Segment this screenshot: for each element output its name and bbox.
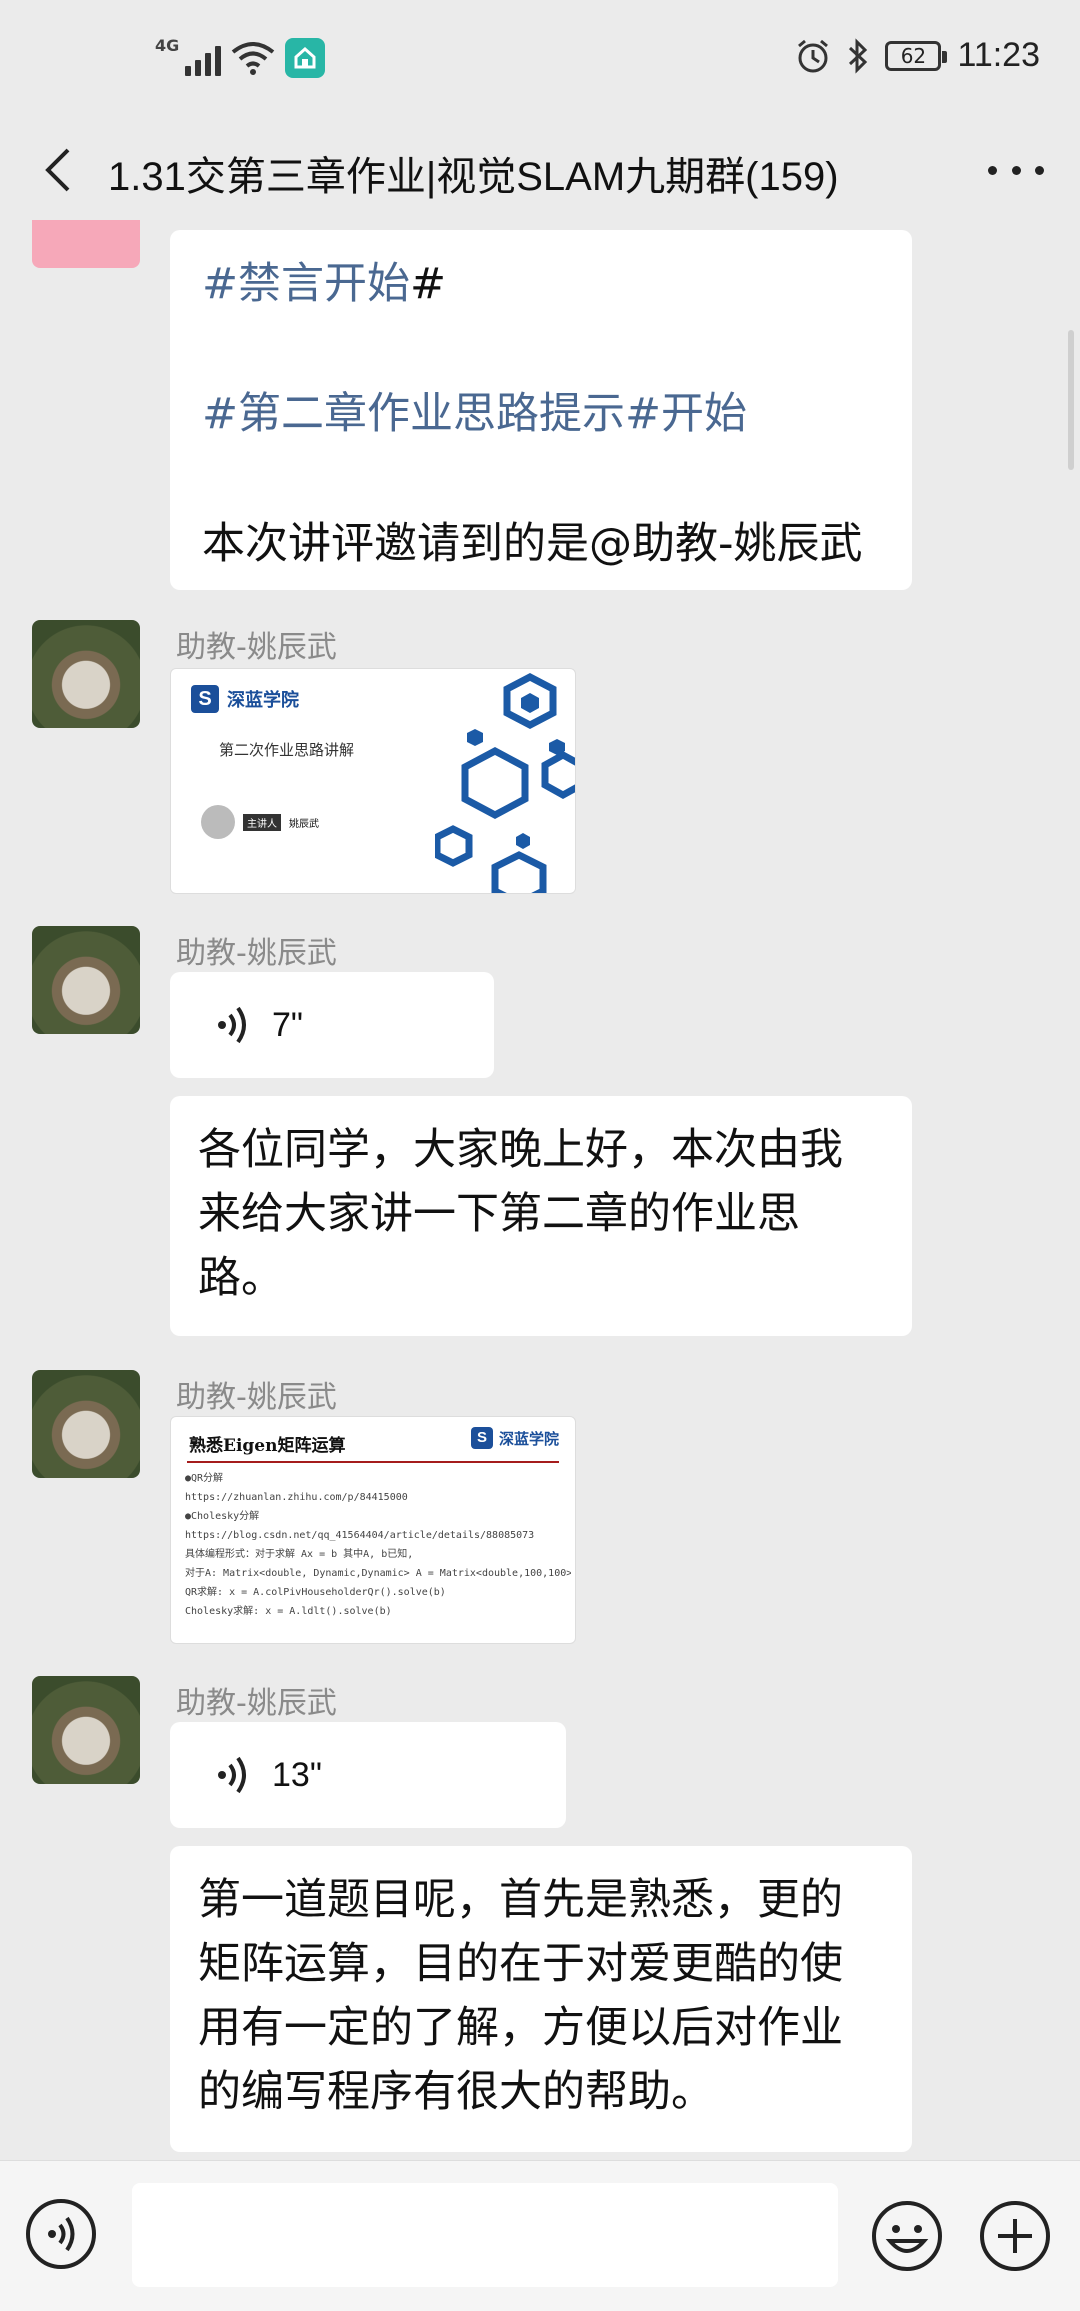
bluetooth-icon: [849, 37, 868, 74]
emoji-button[interactable]: [870, 2199, 944, 2273]
sender-name: 助教-姚辰武: [176, 1686, 337, 1721]
hotspot-icon: [285, 38, 325, 78]
chat-header: 1.31交第三章作业|视觉SLAM九期群(159): [0, 120, 1080, 220]
voice-message[interactable]: 13": [170, 1722, 566, 1828]
back-arrow-icon[interactable]: [38, 142, 78, 198]
sender-name: 助教-姚辰武: [176, 1380, 337, 1415]
battery-icon: 62: [885, 40, 948, 71]
message-input[interactable]: [132, 2183, 838, 2287]
add-attachment-button[interactable]: [978, 2199, 1052, 2273]
scrollbar[interactable]: [1068, 330, 1074, 470]
doc-heading: 熟悉Eigen矩阵运算: [189, 1436, 346, 1456]
sender-name: 助教-姚辰武: [176, 936, 337, 971]
voice-icon: [48, 2216, 75, 2252]
avatar[interactable]: [32, 620, 140, 728]
alarm-icon: [798, 39, 829, 72]
avatar[interactable]: [32, 1370, 140, 1478]
hexagon-graphic: [435, 673, 575, 893]
chat-area[interactable]: #禁言开始# #第二章作业思路提示#开始 本次讲评邀请到的是@助教-姚辰武 助教…: [0, 220, 1080, 2160]
clock: 11:23: [957, 36, 1040, 74]
status-right: 62 11:23: [795, 36, 1040, 75]
chat-title: 1.31交第三章作业|视觉SLAM九期群(159): [108, 155, 839, 199]
status-left: 4G: [155, 36, 325, 78]
avatar[interactable]: [32, 926, 140, 1034]
message-bubble[interactable]: 第一道题目呢，首先是熟悉，更的矩阵运算，目的在于对爱更酷的使用有一定的了解，方便…: [170, 1846, 912, 2152]
avatar[interactable]: [32, 220, 140, 268]
cell-signal-icon: 4G: [155, 36, 221, 76]
avatar[interactable]: [32, 1676, 140, 1784]
message-text: 第一道题目呢，首先是熟悉，更的矩阵运算，目的在于对爱更酷的使用有一定的了解，方便…: [198, 1875, 843, 2117]
message-bubble[interactable]: 各位同学，大家晚上好，本次由我来给大家讲一下第二章的作业思路。: [170, 1096, 912, 1336]
voice-wave-icon: [218, 1006, 246, 1044]
voice-duration: 7": [272, 1005, 303, 1044]
voice-duration: 13": [272, 1755, 322, 1794]
voice-input-button[interactable]: [26, 2199, 96, 2269]
slide-title: 第二次作业思路讲解: [219, 741, 355, 759]
message-line: #第二章作业思路提示#开始: [202, 389, 748, 439]
message-bubble[interactable]: #禁言开始# #第二章作业思路提示#开始 本次讲评邀请到的是@助教-姚辰武: [170, 230, 912, 590]
wifi-icon: [231, 42, 275, 75]
voice-message[interactable]: 7": [170, 972, 494, 1078]
image-message[interactable]: 熟悉Eigen矩阵运算 S 深蓝学院 ●QR分解 https://zhuanla…: [170, 1416, 576, 1644]
message-line: #禁言开始#: [202, 259, 447, 309]
network-type: 4G: [155, 36, 180, 55]
presenter: 主讲人 姚辰武: [201, 805, 319, 839]
brand-logo: S 深蓝学院: [470, 1427, 559, 1449]
brand-logo: S 深蓝学院: [191, 685, 299, 713]
doc-body: ●QR分解 https://zhuanlan.zhihu.com/p/84415…: [185, 1473, 571, 1617]
voice-wave-icon: [218, 1756, 246, 1794]
status-bar: 4G 62 11:23: [0, 0, 1080, 120]
doc-divider: [187, 1461, 559, 1463]
message-text: 各位同学，大家晚上好，本次由我来给大家讲一下第二章的作业思路。: [198, 1125, 843, 1303]
message-line: 本次讲评邀请到的是@助教-姚辰武: [202, 519, 863, 569]
battery-level: 62: [900, 43, 927, 68]
input-bar: [0, 2160, 1080, 2311]
sender-name: 助教-姚辰武: [176, 630, 337, 665]
more-options-icon[interactable]: [988, 150, 1044, 190]
image-message[interactable]: S 深蓝学院 第二次作业思路讲解 主讲人 姚辰武: [170, 668, 576, 894]
